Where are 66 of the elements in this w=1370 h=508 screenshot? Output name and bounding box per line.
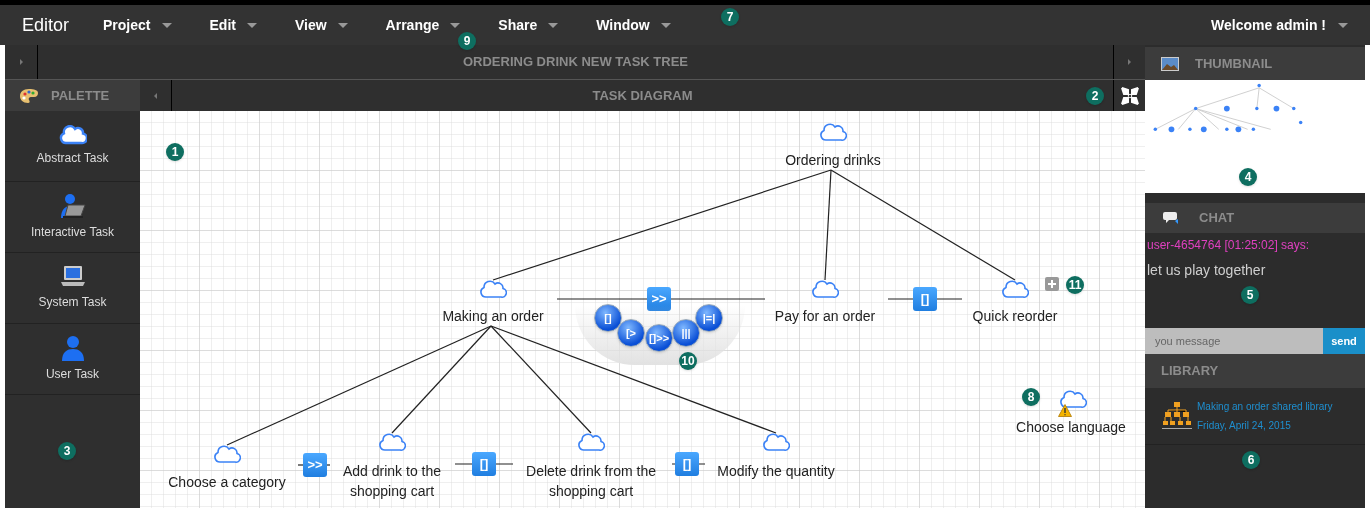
cloud-icon <box>378 433 406 453</box>
operator-tile[interactable]: [] <box>913 287 937 311</box>
panel-title: THUMBNAIL <box>1195 54 1273 73</box>
callout-marker: 6 <box>1242 451 1260 469</box>
connector-line <box>454 463 514 465</box>
caret-icon <box>450 22 461 28</box>
cloud-icon <box>819 123 847 143</box>
caret-icon <box>161 22 172 28</box>
diagram-title: TASK DIAGRAM <box>592 86 693 105</box>
user-menu[interactable]: Welcome admin ! <box>1211 14 1348 36</box>
user-with-laptop-icon <box>58 193 87 219</box>
node-label: Delete drink from the shopping cart <box>525 462 657 501</box>
caret-icon <box>246 22 257 28</box>
node-label: Quick reorder <box>972 307 1058 326</box>
cloud-icon <box>577 433 605 453</box>
panel-title: PALETTE <box>51 86 110 105</box>
caret-icon <box>660 22 671 28</box>
cloud-icon <box>213 445 241 465</box>
cloud-icon <box>479 280 507 300</box>
hierarchy-icon <box>1161 401 1193 431</box>
library-date: Friday, April 24, 2015 <box>1197 419 1292 433</box>
caret-icon <box>154 92 157 99</box>
node-label: Choose language <box>1016 418 1126 437</box>
panel-title: CHAT <box>1199 209 1235 228</box>
operator-tile[interactable]: [] <box>472 452 496 476</box>
library-link[interactable]: Making an order shared library <box>1197 399 1333 414</box>
cloud-icon <box>58 125 87 145</box>
laptop-icon <box>58 265 87 289</box>
expand-button[interactable] <box>1045 277 1059 291</box>
operator-tile[interactable]: >> <box>303 453 327 477</box>
document-title: ORDERING DRINK NEW TASK TREE <box>462 53 689 72</box>
chat-bubble-icon <box>1163 211 1179 225</box>
send-button[interactable]: send <box>1323 328 1365 354</box>
image-icon <box>1161 56 1179 71</box>
caret-icon <box>19 59 23 65</box>
menu-button[interactable]: Project <box>103 14 172 36</box>
node-label: Choose a category <box>168 473 286 492</box>
cloud-icon <box>811 280 839 300</box>
chat-author: user-4654764 [01:25:02] says: <box>1147 237 1311 254</box>
node-label: Add drink to the shopping cart <box>341 462 443 501</box>
caret-icon <box>1128 59 1131 65</box>
node-label: Making an order <box>442 307 544 326</box>
caret-icon <box>1338 22 1348 28</box>
panel-title: LIBRARY <box>1161 362 1219 381</box>
plus-icon <box>1048 280 1056 288</box>
cloud-icon <box>762 433 790 453</box>
caret-icon <box>548 22 559 28</box>
menu-button[interactable]: View <box>294 14 348 36</box>
user-icon <box>60 335 85 361</box>
operator-tile[interactable]: [] <box>675 452 699 476</box>
message-field[interactable]: you message <box>1145 328 1323 354</box>
fullscreen-exit-icon[interactable] <box>1120 86 1139 105</box>
app-title: Editor <box>22 13 70 37</box>
callout-marker: 5 <box>1241 286 1259 304</box>
node-label: Pay for an order <box>774 307 876 326</box>
menu-button[interactable]: Edit <box>209 14 257 36</box>
palette-icon <box>19 87 39 104</box>
node-label: Ordering drinks <box>785 151 881 170</box>
menu-button[interactable]: Share <box>498 14 559 36</box>
operator-tile[interactable]: >> <box>647 287 671 311</box>
node-label: Modify the quantity <box>717 462 835 481</box>
chat-message: let us play together <box>1147 261 1267 280</box>
menu-button[interactable]: Window <box>596 14 671 36</box>
caret-icon <box>337 22 348 28</box>
cloud-icon <box>1001 280 1029 300</box>
cloud-icon <box>1059 390 1087 410</box>
